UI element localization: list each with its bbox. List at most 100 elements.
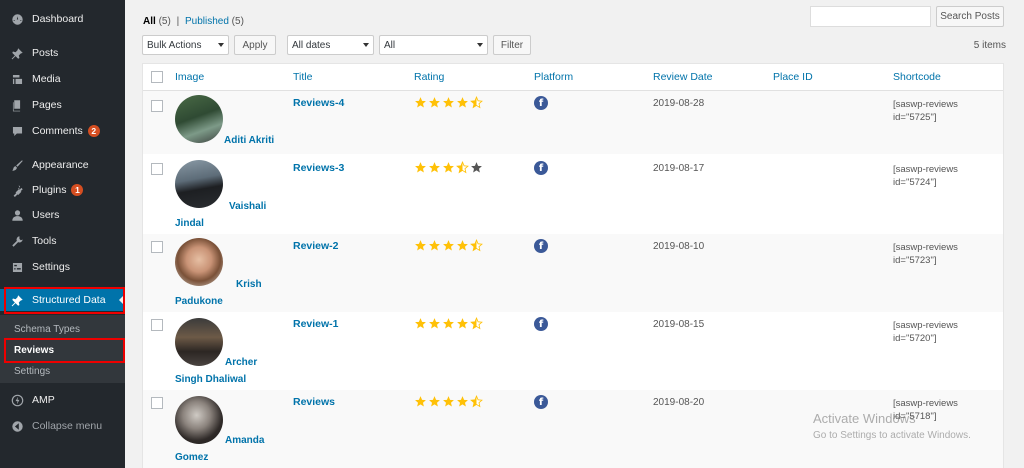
row-checkbox[interactable] (151, 319, 163, 331)
reviewer-avatar (175, 318, 223, 366)
review-title-link[interactable]: Reviews (293, 396, 335, 408)
type-select[interactable]: All (379, 35, 488, 55)
star-rating (414, 96, 483, 109)
reviewer-name-line2: Gomez (175, 452, 209, 463)
admin-sidebar: Dashboard Posts Media Pages Comments 2 A… (0, 0, 125, 468)
sidebar-item-settings[interactable]: Settings (0, 256, 125, 278)
column-header-image[interactable]: Image (175, 71, 204, 83)
star-full-icon (429, 97, 440, 108)
search-posts-button[interactable]: Search Posts (936, 6, 1004, 27)
sidebar-item-label: Collapse menu (32, 420, 103, 432)
star-full-icon (457, 240, 468, 251)
sidebar-item-label: Appearance (32, 159, 89, 171)
table-row: Vaishali Jindal Reviews-3 f 2019-08-17 [… (143, 154, 1003, 234)
select-all-checkbox[interactable] (151, 71, 163, 83)
review-date: 2019-08-17 (653, 163, 705, 174)
star-full-icon (429, 318, 440, 329)
plugins-count-badge: 1 (71, 184, 84, 196)
shortcode: [saswp-reviews id="5723"] (893, 242, 958, 266)
wrench-icon (10, 234, 24, 248)
row-checkbox[interactable] (151, 397, 163, 409)
chevron-down-icon (363, 43, 369, 47)
submenu-item-settings[interactable]: Settings (14, 366, 50, 377)
bulk-actions-select[interactable]: Bulk Actions (142, 35, 229, 55)
reviewer-name: Archer (225, 357, 258, 368)
sidebar-item-label: Pages (32, 99, 62, 111)
sidebar-item-posts[interactable]: Posts (0, 42, 125, 64)
comment-icon (10, 124, 24, 138)
review-title-link[interactable]: Reviews-3 (293, 162, 344, 174)
sidebar-item-appearance[interactable]: Appearance (0, 154, 125, 176)
star-full-icon (443, 240, 454, 251)
reviewer-name-line2: Singh Dhaliwal (175, 374, 247, 385)
column-header-shortcode[interactable]: Shortcode (893, 71, 941, 83)
review-date: 2019-08-28 (653, 98, 705, 109)
sidebar-item-comments[interactable]: Comments 2 (0, 120, 125, 142)
row-checkbox[interactable] (151, 100, 163, 112)
submenu-item-schema-types[interactable]: Schema Types (14, 324, 80, 335)
settings-icon (10, 260, 24, 274)
sidebar-item-amp[interactable]: AMP (0, 389, 125, 411)
star-full-icon (457, 318, 468, 329)
table-row: Aditi Akriti Reviews-4 f 2019-08-28 [sas… (143, 91, 1003, 154)
review-title-link[interactable]: Review-1 (293, 318, 339, 330)
sidebar-item-label: AMP (32, 394, 55, 406)
star-empty-icon (471, 162, 482, 173)
column-header-review-date[interactable]: Review Date (653, 71, 713, 83)
row-checkbox[interactable] (151, 241, 163, 253)
filter-all-link[interactable]: All (5) (143, 16, 171, 27)
sidebar-item-label: Media (32, 73, 61, 85)
sidebar-item-label: Dashboard (32, 13, 84, 25)
filter-published-link[interactable]: Published (5) (185, 16, 244, 27)
column-header-place-id[interactable]: Place ID (773, 71, 813, 83)
star-full-icon (415, 318, 426, 329)
reviewer-avatar (175, 95, 223, 143)
filter-button[interactable]: Filter (493, 35, 531, 55)
dates-value: All dates (292, 39, 331, 51)
star-full-icon (443, 162, 454, 173)
sidebar-item-users[interactable]: Users (0, 204, 125, 226)
reviewer-name-line2: Jindal (175, 218, 204, 229)
sidebar-item-label: Tools (32, 235, 57, 247)
star-full-icon (443, 396, 454, 407)
review-date: 2019-08-15 (653, 319, 705, 330)
shortcode: [saswp-reviews id="5720"] (893, 320, 958, 344)
shortcode: [saswp-reviews id="5724"] (893, 164, 958, 188)
apply-button[interactable]: Apply (234, 35, 276, 55)
star-full-icon (457, 97, 468, 108)
facebook-icon: f (534, 239, 548, 253)
reviewer-name: Amanda (225, 435, 265, 446)
search-input[interactable] (810, 6, 931, 27)
reviewer-name: Krish (236, 279, 262, 290)
reviewer-name-line2: Padukone (175, 296, 223, 307)
type-value: All (384, 39, 396, 51)
review-date: 2019-08-10 (653, 241, 705, 252)
star-full-icon (415, 162, 426, 173)
star-half-icon (456, 161, 469, 174)
sidebar-item-plugins[interactable]: Plugins 1 (0, 179, 125, 201)
review-title-link[interactable]: Reviews-4 (293, 97, 344, 109)
star-half-icon (470, 395, 483, 408)
star-full-icon (415, 240, 426, 251)
review-date: 2019-08-20 (653, 397, 705, 408)
sidebar-item-media[interactable]: Media (0, 68, 125, 90)
column-header-platform[interactable]: Platform (534, 71, 573, 83)
sidebar-collapse-menu[interactable]: Collapse menu (0, 415, 125, 437)
brush-icon (10, 158, 24, 172)
column-header-title[interactable]: Title (293, 71, 312, 83)
dates-select[interactable]: All dates (287, 35, 374, 55)
items-count: 5 items (973, 40, 1006, 51)
column-header-rating[interactable]: Rating (414, 71, 444, 83)
facebook-icon: f (534, 317, 548, 331)
plugin-icon (10, 183, 24, 197)
bulk-actions-value: Bulk Actions (147, 39, 202, 51)
star-full-icon (429, 240, 440, 251)
user-icon (10, 208, 24, 222)
row-checkbox[interactable] (151, 163, 163, 175)
sidebar-item-dashboard[interactable]: Dashboard (0, 8, 125, 30)
review-title-link[interactable]: Review-2 (293, 240, 339, 252)
sidebar-item-pages[interactable]: Pages (0, 94, 125, 116)
sidebar-item-tools[interactable]: Tools (0, 230, 125, 252)
star-rating (414, 239, 483, 252)
facebook-icon: f (534, 96, 548, 110)
